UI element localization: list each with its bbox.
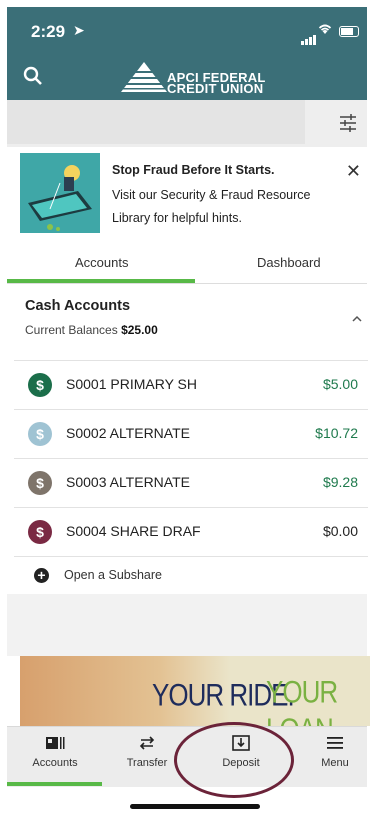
logo-mark-icon (119, 62, 169, 92)
account-amount: $0.00 (322, 523, 358, 539)
app-header: APCI FEDERAL CREDIT UNION (7, 54, 367, 100)
dollar-icon: $ (28, 520, 52, 544)
account-name: S0002 ALTERNATE (66, 425, 190, 441)
nav-label: Menu (321, 757, 349, 769)
dollar-icon: $ (28, 422, 52, 446)
account-row[interactable]: $ S0002 ALTERNATE $10.72 (14, 410, 368, 459)
chevron-up-icon[interactable] (352, 314, 362, 324)
search-icon[interactable] (23, 66, 43, 86)
account-row[interactable]: $ S0001 PRIMARY SH $5.00 (14, 360, 368, 410)
account-amount: $9.28 (322, 474, 358, 490)
status-time: 2:29 (31, 22, 66, 41)
balance-value: $25.00 (121, 323, 158, 337)
accounts-icon (46, 737, 65, 749)
dollar-icon: $ (28, 373, 52, 397)
nav-accounts[interactable]: Accounts (19, 735, 91, 769)
app-screen: 2:29 ➤ APCI FEDERAL CREDIT UNION Stop Fr… (0, 0, 374, 813)
open-subshare-link[interactable]: + Open a Subshare (28, 564, 228, 586)
account-list: $ S0001 PRIMARY SH $5.00 $ S0002 ALTERNA… (14, 360, 368, 557)
content-spacer (7, 594, 367, 656)
toolbar-panel (7, 100, 305, 144)
transfer-icon (139, 736, 155, 750)
active-tab-indicator (7, 279, 195, 283)
filter-sliders-icon[interactable] (339, 114, 357, 132)
nav-label: Accounts (32, 757, 78, 769)
close-icon[interactable]: ✕ (346, 161, 361, 182)
account-name: S0003 ALTERNATE (66, 474, 190, 490)
dollar-icon: $ (28, 471, 52, 495)
brand-logo: APCI FEDERAL CREDIT UNION (119, 62, 279, 96)
open-subshare-label: Open a Subshare (64, 568, 162, 582)
tab-dashboard[interactable]: Dashboard (257, 255, 321, 270)
account-row[interactable]: $ S0003 ALTERNATE $9.28 (14, 459, 368, 508)
banner-text-line3: Library for helpful hints. (112, 211, 242, 225)
wifi-icon (317, 22, 333, 38)
fraud-banner[interactable]: Stop Fraud Before It Starts. Visit our S… (20, 153, 367, 233)
menu-icon (327, 737, 343, 749)
tab-accounts[interactable]: Accounts (75, 255, 128, 270)
home-indicator[interactable] (130, 804, 260, 809)
current-balances: Current Balances $25.00 (25, 323, 158, 337)
nav-transfer[interactable]: Transfer (111, 735, 183, 769)
promo-text-2: YOUR LOAN. (266, 673, 340, 726)
account-name: S0001 PRIMARY SH (66, 376, 197, 392)
nav-menu[interactable]: Menu (299, 735, 371, 769)
banner-title: Stop Fraud Before It Starts. (112, 163, 275, 177)
balance-label: Current Balances (25, 323, 118, 337)
account-amount: $5.00 (322, 376, 358, 392)
account-name: S0004 SHARE DRAF (66, 523, 201, 539)
account-row[interactable]: $ S0004 SHARE DRAF $0.00 (14, 508, 368, 557)
add-circle-icon: + (34, 568, 49, 583)
nav-label: Transfer (126, 757, 168, 769)
location-icon: ➤ (73, 22, 85, 38)
battery-icon (339, 26, 359, 37)
logo-text-line2: CREDIT UNION (167, 81, 264, 96)
account-amount: $10.72 (315, 425, 358, 441)
banner-text-line2: Visit our Security & Fraud Resource (112, 188, 311, 202)
status-bar: 2:29 ➤ (7, 7, 367, 54)
toolbar-row (7, 100, 367, 147)
active-nav-indicator (7, 782, 102, 786)
highlight-annotation (174, 722, 294, 798)
cash-accounts-title: Cash Accounts (25, 298, 131, 314)
banner-image (20, 153, 100, 233)
loan-promo-banner[interactable]: YOUR RIDE. YOUR LOAN. (20, 656, 370, 726)
signal-icon (301, 27, 317, 45)
